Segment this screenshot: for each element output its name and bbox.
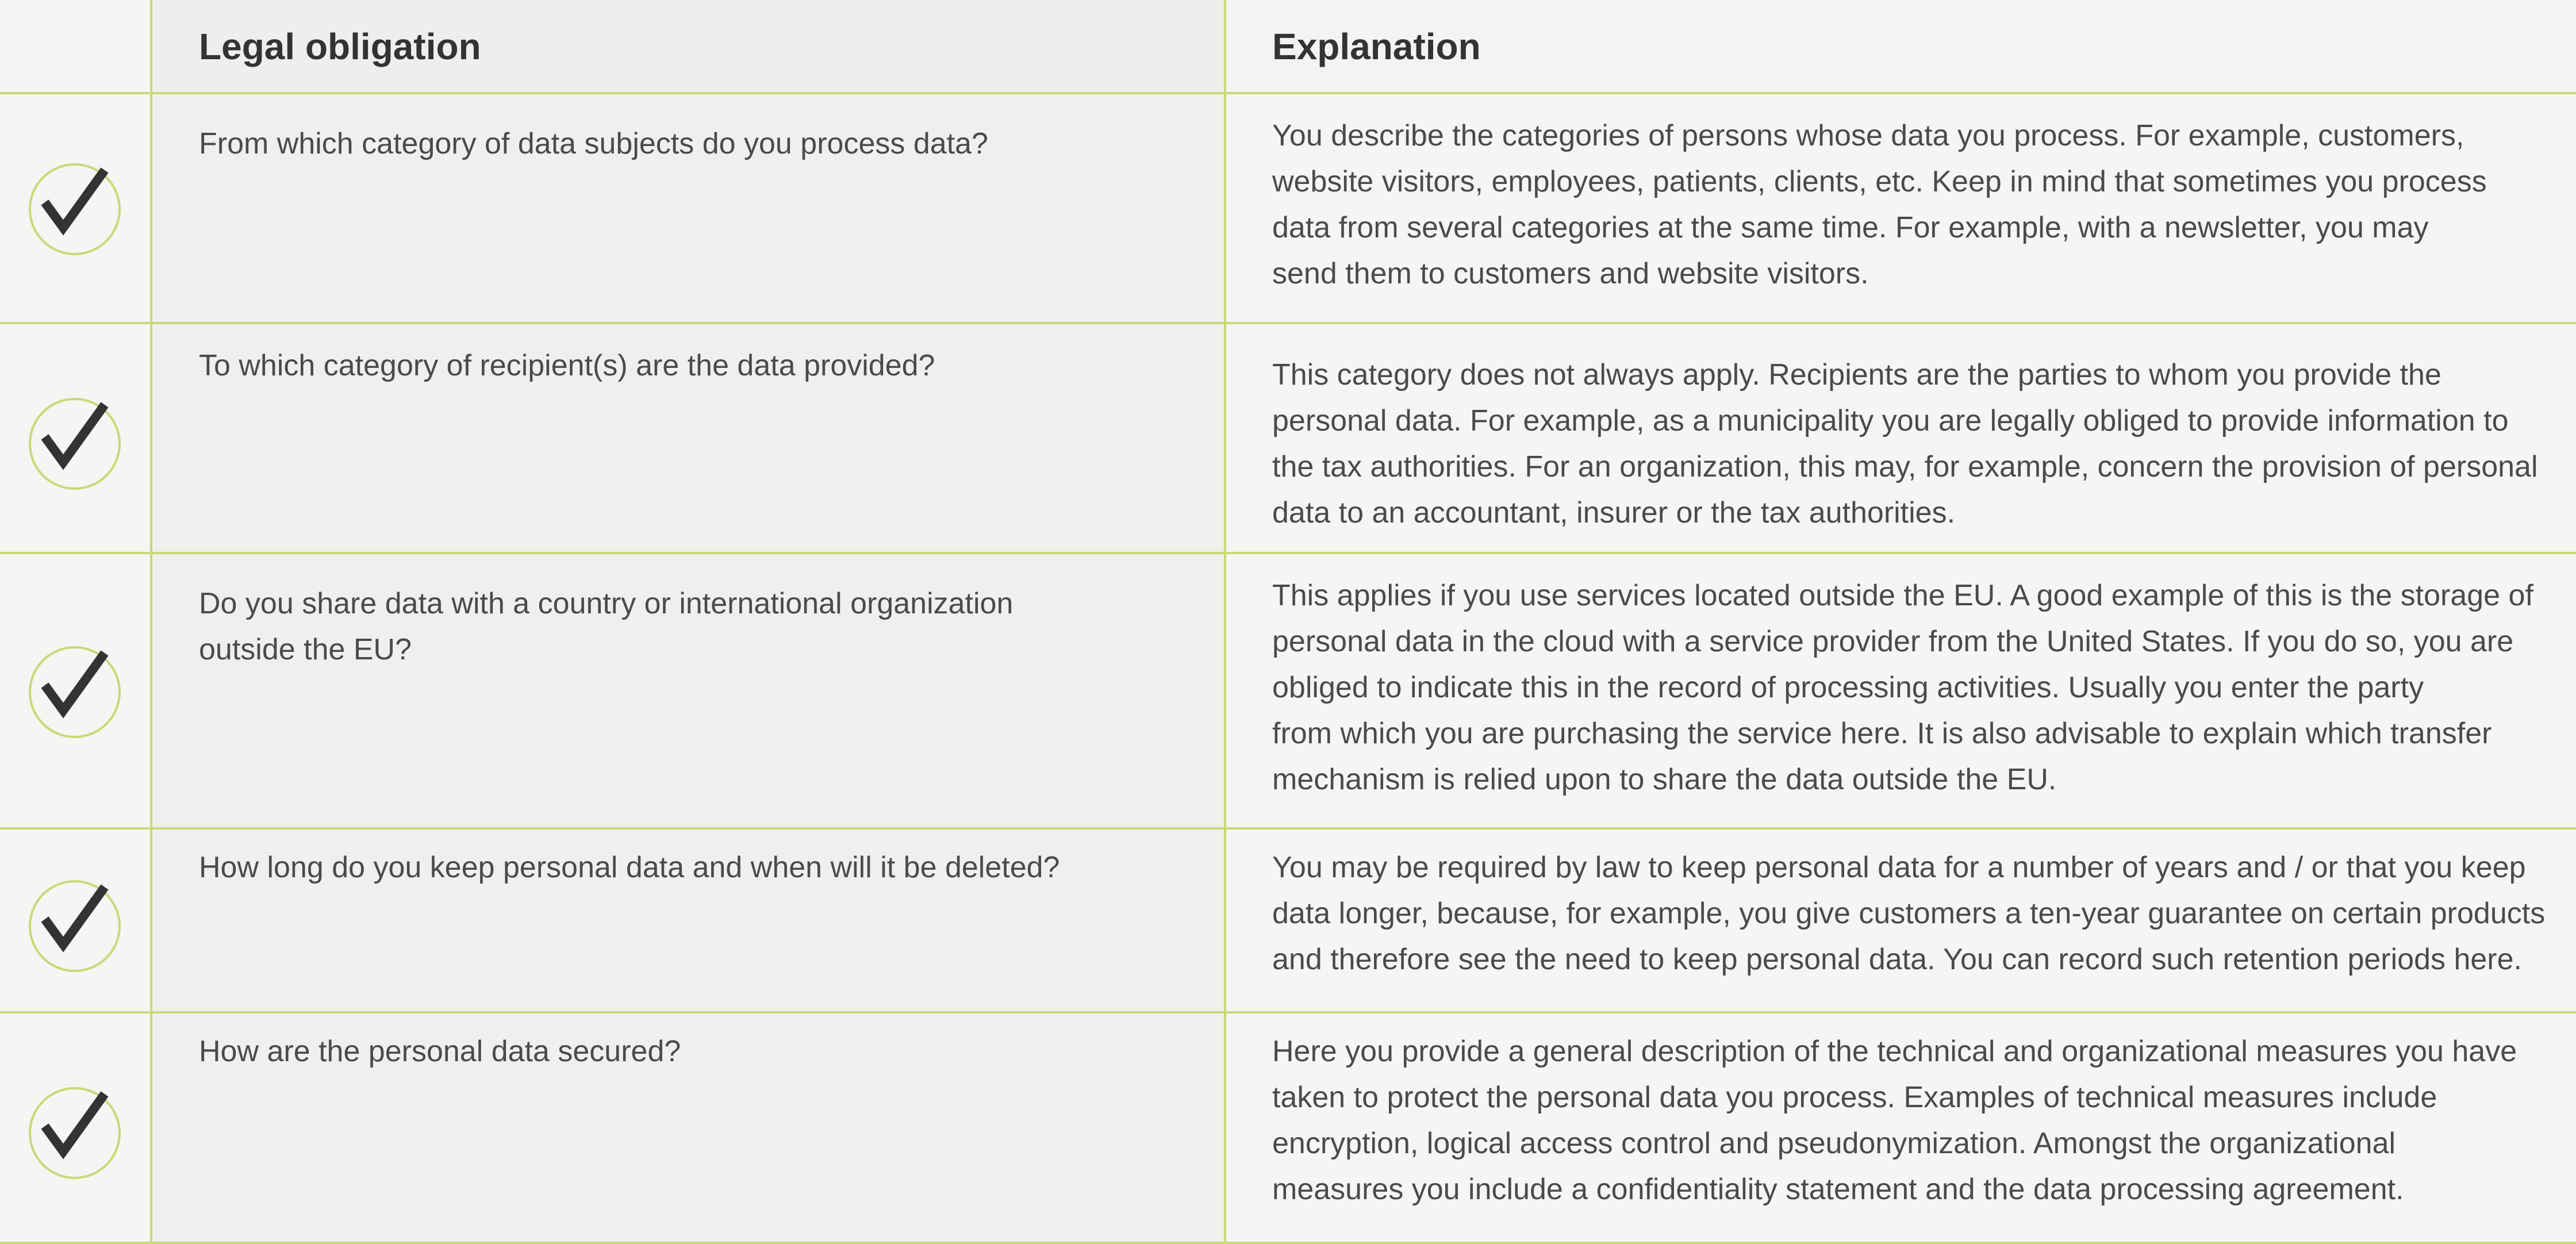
check-icon	[29, 398, 121, 490]
table-row: How are the personal data secured? Here …	[0, 1013, 2576, 1244]
explanation-text: This applies if you use services located…	[1272, 579, 2533, 796]
explanation-cell: This applies if you use services located…	[1226, 554, 2576, 827]
explanation-cell: You may be required by law to keep perso…	[1226, 830, 2576, 1011]
obligation-text: How long do you keep personal data and w…	[199, 851, 1060, 884]
header-obligation-column: Legal obligation	[152, 0, 1226, 92]
check-icon	[29, 646, 121, 738]
obligation-cell: From which category of data subjects do …	[152, 94, 1226, 322]
check-cell	[0, 94, 152, 322]
obligation-text: From which category of data subjects do …	[199, 127, 988, 160]
header-check-column	[0, 0, 152, 92]
explanation-column-header: Explanation	[1272, 26, 1481, 67]
obligation-cell: To which category of recipient(s) are th…	[152, 324, 1226, 552]
obligation-text: How are the personal data secured?	[199, 1035, 681, 1068]
obligation-cell: Do you share data with a country or inte…	[152, 554, 1226, 827]
table-row: How long do you keep personal data and w…	[0, 830, 2576, 1013]
explanation-cell: You describe the categories of persons w…	[1226, 94, 2576, 322]
obligation-cell: How are the personal data secured?	[152, 1013, 1226, 1242]
obligation-text: To which category of recipient(s) are th…	[199, 349, 935, 382]
header-explanation-column: Explanation	[1226, 0, 2576, 92]
legal-obligations-table: Legal obligation Explanation From which …	[0, 0, 2576, 1244]
explanation-text: You may be required by law to keep perso…	[1272, 851, 2546, 976]
explanation-cell: This category does not always apply. Rec…	[1226, 324, 2576, 552]
check-cell	[0, 324, 152, 552]
table-row: Do you share data with a country or inte…	[0, 554, 2576, 830]
explanation-text: This category does not always apply. Rec…	[1272, 358, 2538, 529]
obligation-text: Do you share data with a country or inte…	[199, 587, 1013, 666]
table-row: From which category of data subjects do …	[0, 94, 2576, 324]
table-header: Legal obligation Explanation	[0, 0, 2576, 94]
check-icon	[29, 1087, 121, 1179]
check-icon	[29, 163, 121, 255]
table-row: To which category of recipient(s) are th…	[0, 324, 2576, 554]
check-cell	[0, 1013, 152, 1242]
obligation-cell: How long do you keep personal data and w…	[152, 830, 1226, 1011]
check-icon	[29, 880, 121, 972]
explanation-cell: Here you provide a general description o…	[1226, 1013, 2576, 1242]
explanation-text: You describe the categories of persons w…	[1272, 119, 2487, 290]
obligation-column-header: Legal obligation	[199, 26, 481, 67]
check-cell	[0, 554, 152, 827]
explanation-text: Here you provide a general description o…	[1272, 1035, 2517, 1206]
check-cell	[0, 830, 152, 1011]
